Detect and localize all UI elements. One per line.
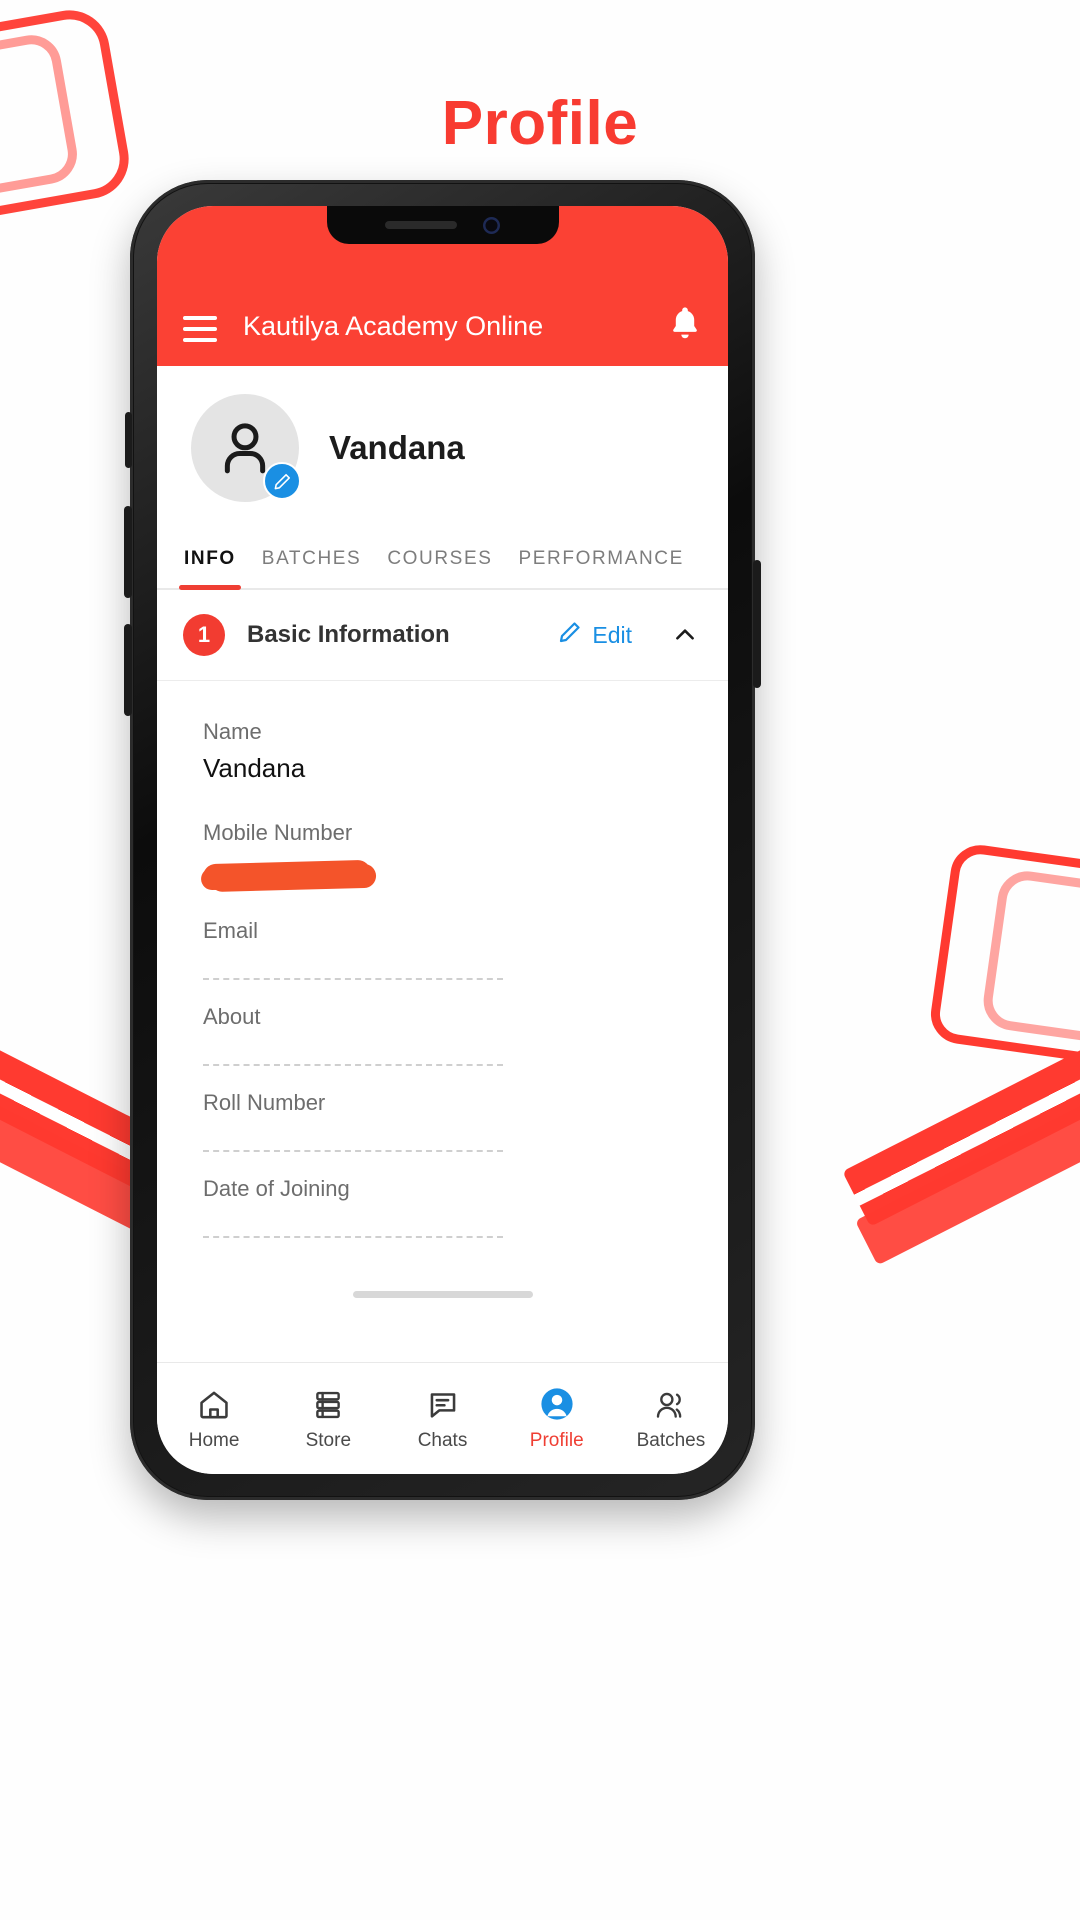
tab-courses[interactable]: COURSES — [374, 532, 505, 588]
basic-information-header: 1 Basic Information Edit — [157, 590, 728, 681]
profile-header: Vandana — [157, 366, 728, 532]
field-label: About — [203, 1004, 261, 1029]
field-label: Roll Number — [203, 1090, 326, 1115]
earpiece-speaker — [385, 221, 457, 229]
tab-batches[interactable]: BATCHES — [249, 532, 375, 588]
nav-item-home[interactable]: Home — [157, 1386, 271, 1452]
nav-item-batches[interactable]: Batches — [614, 1386, 728, 1452]
redaction-mark — [202, 859, 372, 891]
chat-icon — [426, 1386, 460, 1422]
pencil-edit-icon[interactable] — [263, 462, 301, 500]
decorative-ribbon-right-2 — [979, 867, 1080, 1053]
app-title: Kautilya Academy Online — [243, 311, 544, 341]
nav-label: Profile — [529, 1429, 584, 1451]
basic-information-fields: Name Vandana Mobile Number Email About R… — [157, 681, 728, 1256]
nav-label: Home — [188, 1429, 240, 1451]
profile-name: Vandana — [329, 429, 465, 466]
field-roll-number: Roll Number — [203, 1074, 682, 1152]
decorative-ribbon-right — [927, 841, 1080, 1069]
home-icon — [197, 1386, 231, 1422]
hamburger-menu-icon[interactable] — [183, 316, 217, 342]
nav-label: Chats — [417, 1429, 468, 1451]
field-date-of-joining: Date of Joining — [203, 1160, 682, 1238]
phone-mockup: Kautilya Academy Online Vandana INFO BAT… — [124, 180, 761, 1500]
status-badge: 1 — [183, 614, 225, 656]
nav-label: Store — [305, 1429, 352, 1451]
front-camera-icon — [483, 216, 500, 234]
field-empty-placeholder[interactable] — [203, 1236, 503, 1238]
field-empty-placeholder[interactable] — [203, 1064, 503, 1066]
mute-switch[interactable] — [125, 412, 132, 468]
bell-icon[interactable] — [668, 304, 702, 342]
pencil-icon — [558, 620, 582, 650]
nav-item-chats[interactable]: Chats — [385, 1386, 499, 1452]
field-value: Vandana — [203, 753, 306, 783]
poster-page: Profile Kautilya Academy Online Vandana … — [0, 0, 1080, 1920]
field-label: Email — [203, 918, 259, 943]
field-mobile-number: Mobile Number — [202, 804, 682, 891]
field-about: About — [203, 988, 682, 1066]
bottom-navigation: Home Store Chats Profile Batches — [157, 1362, 728, 1474]
volume-up-button[interactable] — [124, 506, 132, 598]
profile-tabs: INFO BATCHES COURSES PERFORMANCE — [157, 532, 728, 590]
decorative-bar-right — [842, 1035, 1080, 1227]
tab-info[interactable]: INFO — [171, 532, 249, 590]
field-label: Date of Joining — [203, 1176, 350, 1201]
field-email: Email — [203, 902, 682, 980]
phone-notch — [326, 206, 559, 244]
people-icon — [653, 1386, 689, 1422]
person-icon — [539, 1386, 575, 1422]
volume-down-button[interactable] — [124, 624, 132, 716]
edit-label: Edit — [592, 621, 632, 648]
nav-item-profile[interactable]: Profile — [500, 1386, 614, 1452]
field-label: Mobile Number — [203, 820, 353, 845]
tab-performance[interactable]: PERFORMANCE — [506, 532, 697, 588]
phone-screen: Kautilya Academy Online Vandana INFO BAT… — [157, 206, 728, 1474]
section-title: Basic Information — [247, 621, 450, 648]
edit-button[interactable]: Edit — [558, 620, 632, 650]
chevron-up-icon[interactable] — [672, 622, 698, 648]
books-icon — [311, 1386, 345, 1422]
field-empty-placeholder[interactable] — [203, 1150, 503, 1152]
field-name: Name Vandana — [203, 703, 682, 800]
nav-item-store[interactable]: Store — [271, 1386, 385, 1452]
power-button[interactable] — [753, 560, 761, 688]
field-label: Name — [203, 719, 262, 744]
field-empty-placeholder[interactable] — [203, 978, 503, 980]
nav-label: Batches — [636, 1429, 706, 1451]
avatar[interactable] — [191, 394, 301, 502]
page-title: Profile — [441, 89, 639, 158]
home-indicator — [352, 1291, 533, 1298]
decorative-bar-right-2 — [854, 1084, 1080, 1266]
